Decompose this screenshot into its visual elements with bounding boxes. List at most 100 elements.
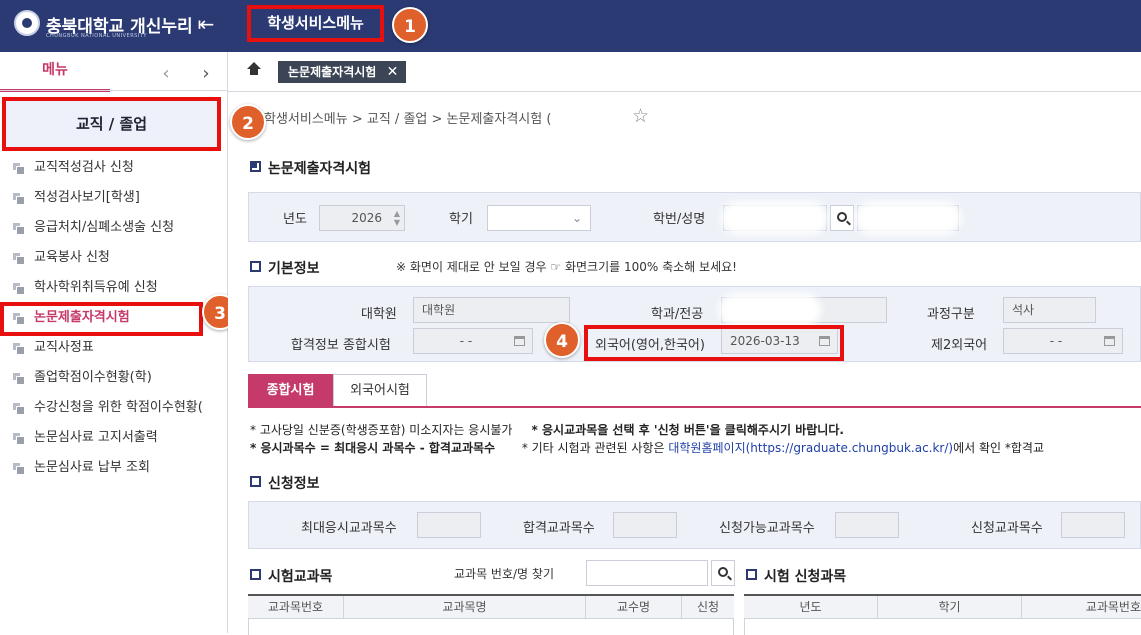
spinner-arrows-icon[interactable]: ▲ ▼: [394, 209, 400, 227]
sidebar-item[interactable]: 교육봉사 신청: [0, 243, 228, 273]
close-icon[interactable]: ✕: [387, 61, 399, 83]
notice-line-1: * 고사당일 신분증(학생증포함) 미소지자는 응시불가 * 응시교과목을 선택…: [250, 421, 844, 438]
collapse-sidebar-icon[interactable]: ⇤: [192, 12, 220, 36]
basic-info-title-text: 기본정보: [268, 261, 320, 277]
tabs-underline: [248, 406, 1141, 408]
sidebar-item[interactable]: 학사학위취득유예 신청: [0, 273, 228, 303]
page-title-text: 논문제출자격시험: [268, 161, 372, 177]
menu-square-icon: [13, 463, 25, 475]
menu-square-icon: [13, 253, 25, 265]
column-header[interactable]: 교과목명: [344, 596, 586, 619]
student-search-button[interactable]: [830, 205, 854, 231]
sidebar-item[interactable]: 적성검사보기[학생]: [0, 183, 228, 213]
year-value: 2026: [351, 211, 382, 225]
apply-info-title: 신청정보: [250, 473, 320, 493]
passed-subjects-field: [613, 512, 677, 538]
sidebar-category-teaching-graduation[interactable]: 교직 / 졸업: [2, 97, 221, 151]
subject-search-button[interactable]: [711, 560, 735, 586]
sidebar-item-label: 논문심사료 납부 조회: [34, 460, 150, 475]
notice-text: * 고사당일 신분증(학생증포함) 미소지자는 응시불가: [250, 423, 513, 437]
max-subjects-field: [417, 512, 481, 538]
notice-text: 에서 확인 *합격교: [953, 441, 1045, 455]
column-header[interactable]: 신청: [682, 596, 734, 619]
sidebar-tab-menu[interactable]: 메뉴: [0, 52, 110, 92]
highlight-box-thesis-exam: [0, 302, 203, 336]
chevron-right-icon[interactable]: ›: [196, 64, 216, 84]
applied-subjects-table-header: 년도 학기 교과목번호: [744, 594, 1141, 619]
menu-square-icon: [13, 433, 25, 445]
course-type-label: 과정구분: [927, 307, 975, 322]
tab-comprehensive-exam[interactable]: 종합시험: [248, 374, 333, 407]
second-foreign-label: 제2외국어: [931, 338, 988, 353]
favorite-star-icon[interactable]: ☆: [632, 105, 649, 127]
pass-comprehensive-label: 합격정보 종합시험: [291, 338, 391, 353]
max-subjects-label: 최대응시교과목수: [301, 521, 397, 536]
available-subjects-label: 신청가능교과목수: [719, 521, 815, 536]
menu-square-icon: [13, 193, 25, 205]
apply-info-panel: 최대응시교과목수 합격교과목수 신청가능교과목수 신청교과목수: [248, 501, 1141, 549]
breadcrumb: 학생서비스메뉴 > 교직 / 졸업 > 논문제출자격시험 (: [264, 112, 552, 127]
main-content: 학생서비스메뉴 > 교직 / 졸업 > 논문제출자격시험 ( ☆ 2 논문제출자…: [228, 92, 1141, 635]
notice-text: * 기타 시험과 관련된 사항은: [521, 441, 665, 455]
open-tabs-bar: 논문제출자격시험 ✕: [228, 52, 1141, 92]
open-tab-thesis-exam[interactable]: 논문제출자격시험 ✕: [278, 61, 407, 83]
subject-search-input[interactable]: [586, 560, 708, 586]
year-label: 년도: [283, 212, 307, 227]
menu-square-icon: [13, 223, 25, 235]
title-square-icon: [250, 161, 261, 172]
home-icon[interactable]: [247, 62, 261, 77]
calendar-icon[interactable]: [1104, 336, 1115, 346]
column-header[interactable]: 교과목번호: [1022, 596, 1141, 619]
sidebar-item-label: 교육봉사 신청: [34, 250, 110, 265]
top-bar: 충북대학교 개신누리 CHUNGBUK NATIONAL UNIVERSITY …: [0, 0, 1141, 52]
sidebar: 메뉴 ‹ › 교직 / 졸업 교직적성검사 신청 적성검사보기[학생] 응급처치…: [0, 52, 238, 633]
semester-label: 학기: [449, 212, 473, 227]
chevron-left-icon[interactable]: ‹: [156, 64, 176, 84]
pass-comprehensive-value: - -: [459, 334, 473, 348]
applied-subjects-field: [1061, 512, 1125, 538]
exam-subjects-title: 시험교과목: [250, 566, 332, 586]
redacted-area: [727, 208, 822, 228]
sidebar-item-label: 졸업학점이수현황(학): [34, 370, 152, 385]
sidebar-item[interactable]: 논문심사료 납부 조회: [0, 453, 228, 483]
passed-subjects-label: 합격교과목수: [523, 521, 595, 536]
tab-foreign-language-exam[interactable]: 외국어시험: [333, 374, 427, 407]
sidebar-item[interactable]: 교직사정표: [0, 333, 228, 363]
grad-school-field: 대학원: [413, 297, 570, 323]
exam-subjects-table-header: 교과목번호 교과목명 교수명 신청: [248, 594, 734, 619]
highlight-box-foreign-language: [584, 325, 844, 361]
calendar-icon[interactable]: [514, 336, 525, 346]
section-square-icon: [746, 569, 757, 580]
student-id-name-label: 학번/성명: [653, 212, 706, 227]
semester-select[interactable]: ⌄: [487, 205, 591, 231]
basic-info-title: 기본정보: [250, 258, 320, 278]
screen-size-notice: ※ 화면이 제대로 안 보일 경우 ☞ 화면크기를 100% 축소해 보세요!: [396, 260, 737, 274]
student-service-menu-button[interactable]: 학생서비스메뉴: [247, 5, 384, 42]
sidebar-item[interactable]: 응급처치/심폐소생술 신청: [0, 213, 228, 243]
menu-square-icon: [13, 373, 25, 385]
sidebar-item[interactable]: 수강신청을 위한 학점이수현황(: [0, 393, 228, 423]
subject-search-label: 교과목 번호/명 찾기: [454, 567, 554, 581]
sidebar-item[interactable]: 교직적성검사 신청: [0, 153, 228, 183]
section-square-icon: [250, 476, 261, 487]
column-header[interactable]: 학기: [878, 596, 1022, 619]
pass-comprehensive-date[interactable]: - -: [413, 328, 533, 354]
year-stepper[interactable]: 2026 ▲ ▼: [319, 205, 405, 231]
grad-homepage-link[interactable]: 대학원홈페이지(https://graduate.chungbuk.ac.kr/…: [668, 441, 953, 455]
notice-text-bold: * 응시교과목을 선택 후 '신청 버튼'을 클릭해주시기 바랍니다.: [531, 423, 844, 437]
page-title: 논문제출자격시험: [250, 158, 371, 178]
column-header[interactable]: 교과목번호: [248, 596, 344, 619]
column-header[interactable]: 교수명: [586, 596, 682, 619]
sidebar-item[interactable]: 논문심사료 고지서출력: [0, 423, 228, 453]
dept-major-label: 학과/전공: [651, 307, 704, 322]
sidebar-tab-divider: [0, 90, 228, 91]
chevron-down-icon: ⌄: [571, 211, 582, 225]
sidebar-item-label: 교직사정표: [34, 340, 94, 355]
sidebar-item-label: 응급처치/심폐소생술 신청: [34, 220, 175, 235]
step-badge-1: 1: [392, 7, 428, 43]
sidebar-item[interactable]: 졸업학점이수현황(학): [0, 363, 228, 393]
sidebar-item-label: 적성검사보기[학생]: [34, 190, 140, 205]
menu-square-icon: [13, 343, 25, 355]
second-foreign-date[interactable]: - -: [1003, 328, 1123, 354]
column-header[interactable]: 년도: [744, 596, 878, 619]
